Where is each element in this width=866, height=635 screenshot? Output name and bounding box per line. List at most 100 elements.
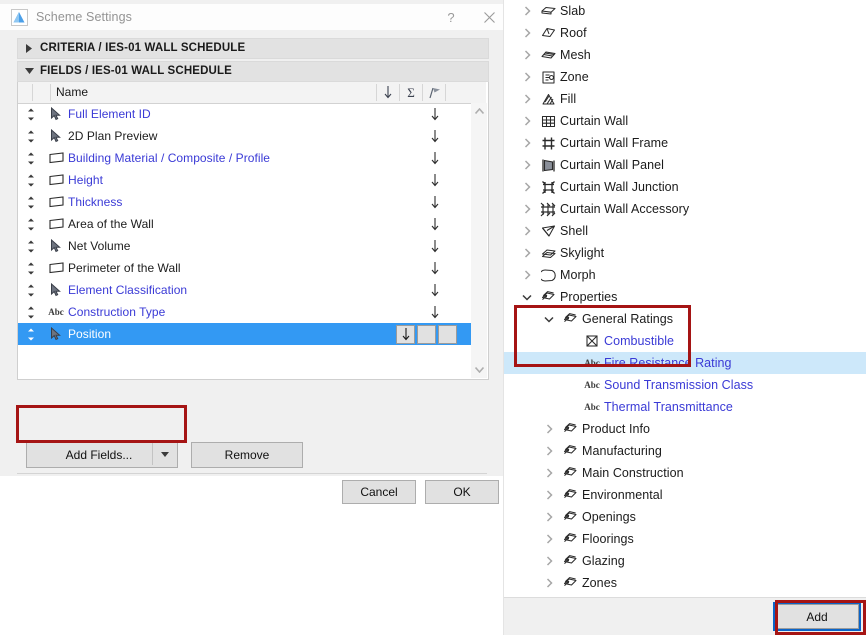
chevron-right-icon[interactable] [518, 138, 536, 148]
chevron-right-icon[interactable] [518, 182, 536, 192]
tree-item-floorings[interactable]: Floorings [504, 528, 866, 550]
row-option-buttons[interactable] [396, 325, 457, 344]
drag-handle-icon[interactable] [18, 284, 44, 297]
tree-item-environmental[interactable]: Environmental [504, 484, 866, 506]
scroll-down-icon[interactable] [471, 362, 487, 378]
chevron-down-icon[interactable] [518, 294, 536, 301]
chevron-right-icon[interactable] [540, 578, 558, 588]
chevron-right-icon[interactable] [518, 248, 536, 258]
tree-item-curtain-wall-panel[interactable]: Curtain Wall Panel [504, 154, 866, 176]
chevron-right-icon[interactable] [540, 424, 558, 434]
tree-item-thermal-transmittance[interactable]: Abc Thermal Transmittance [504, 396, 866, 418]
tree-item-properties[interactable]: Properties [504, 286, 866, 308]
tree-item-main-construction[interactable]: Main Construction [504, 462, 866, 484]
chevron-right-icon[interactable] [518, 204, 536, 214]
chevron-right-icon[interactable] [518, 50, 536, 60]
chevron-right-icon[interactable] [540, 512, 558, 522]
chevron-right-icon[interactable] [518, 28, 536, 38]
tree-item-morph[interactable]: Morph [504, 264, 866, 286]
tree-item-zone[interactable]: Zone [504, 66, 866, 88]
tree-item-general-ratings[interactable]: General Ratings [504, 308, 866, 330]
sort-arrow-icon[interactable] [376, 84, 400, 101]
sort-arrow-icon[interactable] [424, 103, 446, 125]
scroll-up-icon[interactable] [471, 103, 487, 119]
tree-item-fill[interactable]: Fill [504, 88, 866, 110]
scrollbar-thumb[interactable] [471, 119, 487, 362]
chevron-right-icon[interactable] [518, 6, 536, 16]
tree-item-combustible[interactable]: Combustible [504, 330, 866, 352]
sort-arrow-icon[interactable] [424, 147, 446, 169]
table-row[interactable]: Height [18, 169, 486, 191]
remove-button[interactable]: Remove [191, 442, 303, 468]
tree-item-curtain-wall-accessory[interactable]: Curtain Wall Accessory [504, 198, 866, 220]
drag-handle-icon[interactable] [18, 108, 44, 121]
drag-handle-icon[interactable] [18, 130, 44, 143]
table-row[interactable]: Element Classification [18, 279, 486, 301]
tree-item-curtain-wall-frame[interactable]: Curtain Wall Frame [504, 132, 866, 154]
table-row[interactable]: Perimeter of the Wall [18, 257, 486, 279]
sort-arrow-icon[interactable] [424, 191, 446, 213]
section-criteria[interactable]: CRITERIA / IES-01 WALL SCHEDULE [17, 38, 489, 59]
tree-item-glazing[interactable]: Glazing [504, 550, 866, 572]
add-fields-dropdown-toggle[interactable] [152, 443, 177, 465]
tree-item-mesh[interactable]: Mesh [504, 44, 866, 66]
table-row[interactable]: Position [18, 323, 486, 345]
table-row[interactable]: Net Volume [18, 235, 486, 257]
chevron-right-icon[interactable] [518, 270, 536, 280]
tree-item-slab[interactable]: Slab [504, 0, 866, 22]
sort-arrow-icon[interactable] [424, 213, 446, 235]
column-header-name[interactable]: Name [56, 85, 88, 99]
tree-item-shell[interactable]: Shell [504, 220, 866, 242]
tree-item-openings[interactable]: Openings [504, 506, 866, 528]
chevron-right-icon[interactable] [518, 94, 536, 104]
chevron-right-icon[interactable] [540, 468, 558, 478]
table-row[interactable]: Area of the Wall [18, 213, 486, 235]
table-row[interactable]: Full Element ID [18, 103, 486, 125]
table-row[interactable]: Building Material / Composite / Profile [18, 147, 486, 169]
tree-item-fire-resistance-rating[interactable]: Abc Fire Resistance Rating [504, 352, 866, 374]
chevron-right-icon[interactable] [540, 556, 558, 566]
cancel-button[interactable]: Cancel [342, 480, 416, 504]
chevron-right-icon[interactable] [540, 446, 558, 456]
sort-arrow-icon[interactable] [424, 301, 446, 323]
tree-item-product-info[interactable]: Product Info [504, 418, 866, 440]
sort-arrow-icon[interactable] [424, 257, 446, 279]
sort-arrow-icon[interactable] [424, 125, 446, 147]
tree-item-roof[interactable]: Roof [504, 22, 866, 44]
drag-handle-icon[interactable] [18, 328, 44, 341]
sort-arrow-icon[interactable] [424, 279, 446, 301]
close-icon[interactable] [478, 7, 500, 29]
chevron-right-icon[interactable] [540, 490, 558, 500]
drag-handle-icon[interactable] [18, 240, 44, 253]
add-fields-button[interactable]: Add Fields... [26, 442, 178, 468]
tree-item-curtain-wall[interactable]: Curtain Wall [504, 110, 866, 132]
drag-handle-icon[interactable] [18, 306, 44, 319]
row-sort-button[interactable] [396, 325, 415, 344]
chevron-right-icon[interactable] [540, 534, 558, 544]
table-row[interactable]: Abc Construction Type [18, 301, 486, 323]
add-button[interactable]: Add [773, 602, 861, 631]
chevron-right-icon[interactable] [518, 116, 536, 126]
chevron-right-icon[interactable] [518, 72, 536, 82]
drag-handle-icon[interactable] [18, 152, 44, 165]
tree-item-zones[interactable]: Zones [504, 572, 866, 594]
flag-icon[interactable] [423, 84, 446, 101]
sort-arrow-icon[interactable] [424, 169, 446, 191]
ok-button[interactable]: OK [425, 480, 499, 504]
table-row[interactable]: Thickness [18, 191, 486, 213]
tree-item-manufacturing[interactable]: Manufacturing [504, 440, 866, 462]
tree-item-sound-transmission-class[interactable]: Abc Sound Transmission Class [504, 374, 866, 396]
row-sum-button[interactable] [417, 325, 436, 344]
help-button[interactable]: ? [440, 8, 462, 28]
chevron-down-icon[interactable] [540, 316, 558, 323]
tree-item-skylight[interactable]: Skylight [504, 242, 866, 264]
chevron-right-icon[interactable] [518, 160, 536, 170]
drag-handle-icon[interactable] [18, 174, 44, 187]
section-fields[interactable]: FIELDS / IES-01 WALL SCHEDULE [17, 61, 489, 82]
tree-item-curtain-wall-junction[interactable]: Curtain Wall Junction [504, 176, 866, 198]
table-row[interactable]: 2D Plan Preview [18, 125, 486, 147]
sort-arrow-icon[interactable] [424, 235, 446, 257]
chevron-right-icon[interactable] [518, 226, 536, 236]
drag-handle-icon[interactable] [18, 262, 44, 275]
drag-handle-icon[interactable] [18, 218, 44, 231]
